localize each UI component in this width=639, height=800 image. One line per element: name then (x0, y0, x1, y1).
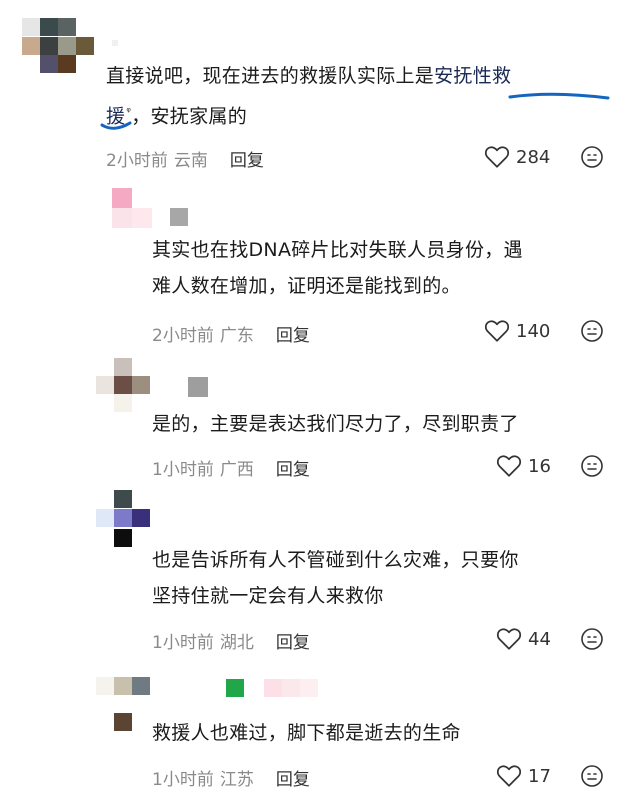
like-button[interactable]: 284 (484, 145, 550, 169)
timestamp: 1小时前 (152, 633, 214, 653)
heart-icon (496, 628, 522, 650)
comment-meta: 2小时前 云南 回复 (106, 146, 264, 171)
reply-button[interactable]: 回复 (276, 455, 310, 480)
like-count: 284 (516, 146, 551, 168)
comment-meta: 1小时前 湖北 回复 (152, 628, 310, 653)
comment-meta: 2小时前 广东 回复 (152, 321, 310, 346)
handwritten-underline (100, 121, 132, 130)
avatar[interactable] (96, 490, 150, 548)
emoji-face-icon[interactable] (580, 145, 604, 169)
heart-icon (484, 146, 510, 168)
timestamp: 2小时前 (152, 326, 214, 346)
location: 湖北 (219, 633, 254, 653)
like-button[interactable]: 17 (496, 764, 551, 788)
timestamp: 1小时前 (152, 770, 214, 790)
emoji-face-icon[interactable] (580, 627, 604, 651)
like-button[interactable]: 16 (496, 454, 551, 478)
like-button[interactable]: 44 (496, 627, 551, 651)
timestamp: 2小时前 (106, 151, 168, 171)
avatar[interactable] (112, 188, 152, 228)
comment-item: 也是告诉所有人不管碰到什么灾难，只要你 坚持住就一定会有人来救你 1小时前 湖北… (0, 490, 639, 665)
reply-button[interactable]: 回复 (276, 321, 310, 346)
heart-icon (484, 320, 510, 342)
comment-text: 救援人也难过，脚下都是逝去的生命 (152, 722, 461, 744)
location: 广东 (219, 326, 254, 346)
like-count: 17 (528, 765, 551, 787)
comment-meta: 1小时前 广西 回复 (152, 455, 310, 480)
heart-icon (496, 455, 522, 477)
username-blurred[interactable] (188, 377, 208, 397)
username-blurred[interactable] (226, 679, 318, 697)
comment-item: 其实也在找DNA碎片比对失联人员身份，遇 难人数在增加，证明还是能找到的。 2小… (0, 180, 639, 350)
emoji-face-icon[interactable] (580, 454, 604, 478)
comment-item: 救援人也难过，脚下都是逝去的生命 1小时前 江苏 回复 17 (0, 665, 639, 800)
like-count: 140 (516, 320, 551, 342)
reply-button[interactable]: 回复 (230, 146, 264, 171)
username-blurred[interactable] (170, 208, 188, 226)
comment-meta: 1小时前 江苏 回复 (152, 765, 310, 790)
emoji-face-icon[interactable] (580, 764, 604, 788)
reply-button[interactable]: 回复 (276, 765, 310, 790)
handwritten-underline (508, 92, 610, 100)
like-count: 16 (528, 455, 551, 477)
username-blurred[interactable] (112, 40, 118, 46)
search-link[interactable]: 安抚性救 (434, 65, 511, 87)
like-count: 44 (528, 628, 551, 650)
avatar[interactable] (22, 18, 94, 74)
avatar[interactable] (96, 358, 150, 412)
location: 广西 (219, 460, 254, 480)
avatar[interactable] (96, 677, 150, 731)
comment-item: 是的，主要是表达我们尽力了，尽到职责了 1小时前 广西 回复 16 (0, 350, 639, 490)
comment-text: 其实也在找DNA碎片比对失联人员身份，遇 难人数在增加，证明还是能找到的。 (152, 239, 523, 297)
heart-icon (496, 765, 522, 787)
like-button[interactable]: 140 (484, 319, 550, 343)
timestamp: 1小时前 (152, 460, 214, 480)
location: 云南 (173, 151, 208, 171)
location: 江苏 (219, 770, 254, 790)
comment-item: 直接说吧，现在进去的救援队实际上是安抚性救 援ᵠ，安抚家属的 2小时前 云南 回… (0, 0, 639, 180)
emoji-face-icon[interactable] (580, 319, 604, 343)
reply-button[interactable]: 回复 (276, 628, 310, 653)
comment-text: 也是告诉所有人不管碰到什么灾难，只要你 坚持住就一定会有人来救你 (152, 549, 519, 607)
comment-text: 是的，主要是表达我们尽力了，尽到职责了 (152, 413, 519, 435)
